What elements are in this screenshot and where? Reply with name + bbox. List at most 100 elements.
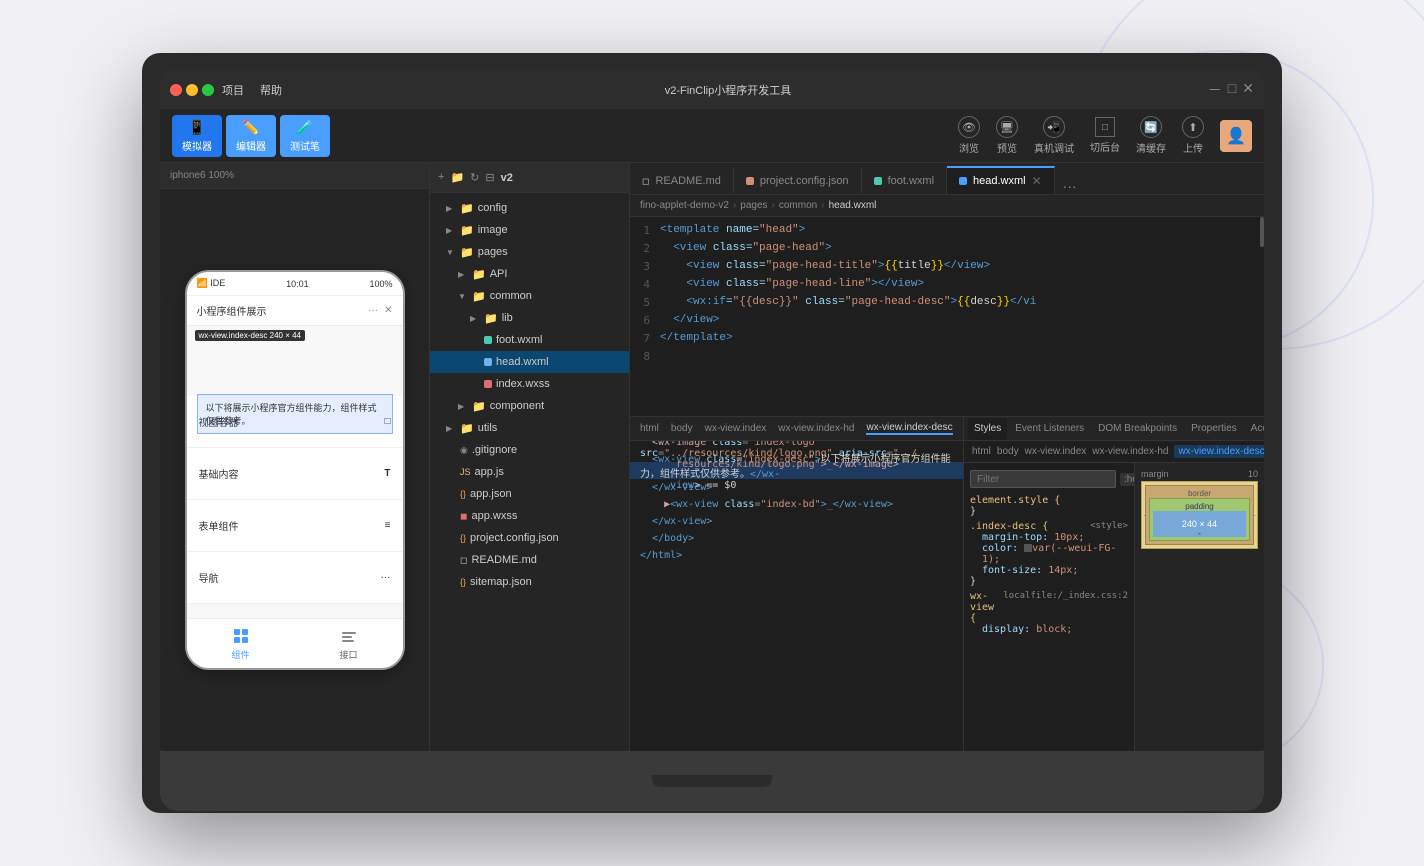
minimize-button[interactable] <box>186 84 198 96</box>
tree-item-project-config[interactable]: ▶ {} project.config.json <box>430 527 629 549</box>
scrollbar[interactable] <box>1260 217 1264 247</box>
device-frame: 📶 IDE 10:01 100% 小程序组件展示 ··· ✕ <box>160 189 429 751</box>
folder-icon: 📁 <box>460 246 474 259</box>
html-line-5: </wx-view> <box>630 513 963 530</box>
path-item-wx-index[interactable]: wx-view.index <box>1025 446 1087 457</box>
highlight-text: 以下将展示小程序官方组件能力，组件样式仅供参考。 <box>206 403 377 426</box>
styles-tabs-row: Styles Event Listeners DOM Breakpoints P… <box>964 417 1264 441</box>
tab-foot-wxml-label: foot.wxml <box>888 175 934 187</box>
laptop-notch <box>652 775 772 787</box>
device-debug-action[interactable]: 📲 真机调试 <box>1034 116 1074 155</box>
code-line-5: 5 <wx:if="{{desc}}" class="page-head-des… <box>630 293 1264 311</box>
html-preview-tabs: html body wx-view.index wx-view.index-hd… <box>630 417 963 441</box>
close-button[interactable] <box>170 84 182 96</box>
phone-close-icon[interactable]: ✕ <box>384 305 392 316</box>
tree-item-utils[interactable]: ▶ 📁 utils <box>430 417 629 439</box>
tree-item-image[interactable]: ▶ 📁 image <box>430 219 629 241</box>
preview-tab-wx-index-hd[interactable]: wx-view.index-hd <box>778 423 854 434</box>
tree-item-api[interactable]: ▶ 📁 API <box>430 263 629 285</box>
styles-tab-event-listeners[interactable]: Event Listeners <box>1009 418 1090 440</box>
refresh-icon[interactable]: ↻ <box>470 171 479 184</box>
tree-item-label: app.json <box>470 488 512 500</box>
window-minimize-icon[interactable]: － <box>1208 80 1222 100</box>
preview-tab-html[interactable]: html <box>640 423 659 434</box>
preview-tab-body[interactable]: body <box>671 423 693 434</box>
element-path-bar: html body wx-view.index wx-view.index-hd… <box>964 441 1264 463</box>
preview-tab-wx-index-desc[interactable]: wx-view.index-desc <box>866 422 952 435</box>
html-preview-panel: html body wx-view.index wx-view.index-hd… <box>630 417 964 751</box>
editor-button[interactable]: ✏️ 编辑器 <box>226 115 276 157</box>
menu-item-project[interactable]: 项目 <box>222 82 244 98</box>
styles-tab-accessibility[interactable]: Accessibility <box>1245 418 1264 440</box>
test-button[interactable]: 🧪 测试笔 <box>280 115 330 157</box>
tree-item-config[interactable]: ▶ 📁 config <box>430 197 629 219</box>
tab-readme-icon: ◻ <box>642 176 649 187</box>
device-label: iphone6 100% <box>160 163 429 189</box>
tab-head-wxml[interactable]: head.wxml ✕ <box>947 166 1055 194</box>
tab-close-icon[interactable]: ✕ <box>1032 174 1042 188</box>
tree-item-app-js[interactable]: ▶ JS app.js <box>430 461 629 483</box>
styles-filter-input[interactable] <box>970 470 1116 488</box>
tree-item-head-wxml[interactable]: ▶ head.wxml <box>430 351 629 373</box>
tree-item-foot-wxml[interactable]: ▶ foot.wxml <box>430 329 629 351</box>
code-editor[interactable]: 1 <template name="head"> 2 <view class="… <box>630 217 1264 417</box>
laptop: 项目 帮助 v2-FinClip小程序开发工具 － □ ✕ 📱 模拟器 <box>142 53 1282 813</box>
tree-item-readme[interactable]: ▶ ◻ README.md <box>430 549 629 571</box>
cut-backend-action[interactable]: □ 切后台 <box>1090 117 1120 154</box>
tree-item-component[interactable]: ▶ 📁 component <box>430 395 629 417</box>
new-folder-icon[interactable]: 📁 <box>450 171 464 184</box>
window-fullscreen-icon[interactable]: □ <box>1228 80 1236 100</box>
menu-item-help[interactable]: 帮助 <box>260 82 282 98</box>
tree-item-index-wxss[interactable]: ▶ index.wxss <box>430 373 629 395</box>
folder-icon: 📁 <box>460 224 474 237</box>
window-close-icon[interactable]: ✕ <box>1242 80 1254 100</box>
tree-item-lib[interactable]: ▶ 📁 lib <box>430 307 629 329</box>
padding-bottom-value: - <box>1198 529 1201 538</box>
tab-project-config[interactable]: project.config.json <box>734 166 862 194</box>
file-tree-content[interactable]: ▶ 📁 config ▶ 📁 image ▼ <box>430 193 629 751</box>
path-item-wx-index-hd[interactable]: wx-view.index-hd <box>1092 446 1168 457</box>
path-item-body[interactable]: body <box>997 446 1019 457</box>
tree-item-common[interactable]: ▼ 📁 common <box>430 285 629 307</box>
styles-tab-styles[interactable]: Styles <box>968 418 1007 440</box>
preview-tab-wx-index[interactable]: wx-view.index <box>705 423 767 434</box>
browse-action[interactable]: 🖥 预览 <box>996 116 1018 155</box>
tree-item-gitignore[interactable]: ▶ ◉ .gitignore <box>430 439 629 461</box>
path-item-html[interactable]: html <box>972 446 991 457</box>
phone-more-icon[interactable]: ··· <box>368 305 378 316</box>
style-selector: wx-view { <box>970 591 1003 624</box>
tree-item-label: app.wxss <box>471 510 517 522</box>
tree-arrow: ▼ <box>458 292 468 301</box>
tree-item-app-wxss[interactable]: ▶ ◼ app.wxss <box>430 505 629 527</box>
more-tabs-button[interactable]: ··· <box>1055 178 1085 194</box>
maximize-button[interactable] <box>202 84 214 96</box>
new-file-icon[interactable]: + <box>438 171 444 184</box>
collapse-icon[interactable]: ⊟ <box>485 171 494 184</box>
tree-item-pages[interactable]: ▼ 📁 pages <box>430 241 629 263</box>
line-content: </view> <box>660 314 719 326</box>
path-item-wx-index-desc[interactable]: wx-view.index-desc <box>1174 445 1264 458</box>
file-tree-header: + 📁 ↻ ⊟ v2 <box>430 163 629 193</box>
styles-tab-dom-breakpoints[interactable]: DOM Breakpoints <box>1092 418 1183 440</box>
phone-app-title: 小程序组件展示 <box>197 303 267 318</box>
upload-action[interactable]: ⬆ 上传 <box>1182 116 1204 155</box>
user-avatar[interactable]: 👤 <box>1220 120 1252 152</box>
tab-foot-wxml[interactable]: foot.wxml <box>862 166 947 194</box>
tab-head-wxml-icon <box>959 177 967 185</box>
tree-item-app-json[interactable]: ▶ {} app.json <box>430 483 629 505</box>
style-rule-wx-view: wx-view { localfile:/_index.css:2 displa… <box>970 591 1128 635</box>
nav-item-component[interactable]: 组件 <box>231 626 251 661</box>
tree-item-sitemap[interactable]: ▶ {} sitemap.json <box>430 571 629 593</box>
list-item-icon: T <box>384 468 390 479</box>
clear-cache-action[interactable]: 🔄 清缓存 <box>1136 116 1166 155</box>
line-number: 4 <box>630 278 660 291</box>
simulator-button[interactable]: 📱 模拟器 <box>172 115 222 157</box>
filter-tag-hov[interactable]: :hov <box>1120 473 1134 486</box>
nav-item-interface[interactable]: 接口 <box>339 626 359 661</box>
preview-action[interactable]: 👁 浏览 <box>958 116 980 155</box>
box-model-header: margin 10 <box>1141 469 1258 479</box>
tab-readme[interactable]: ◻ README.md <box>630 166 734 194</box>
tree-item-label: utils <box>478 422 498 434</box>
styles-tab-properties[interactable]: Properties <box>1185 418 1243 440</box>
line-number: 2 <box>630 242 660 255</box>
